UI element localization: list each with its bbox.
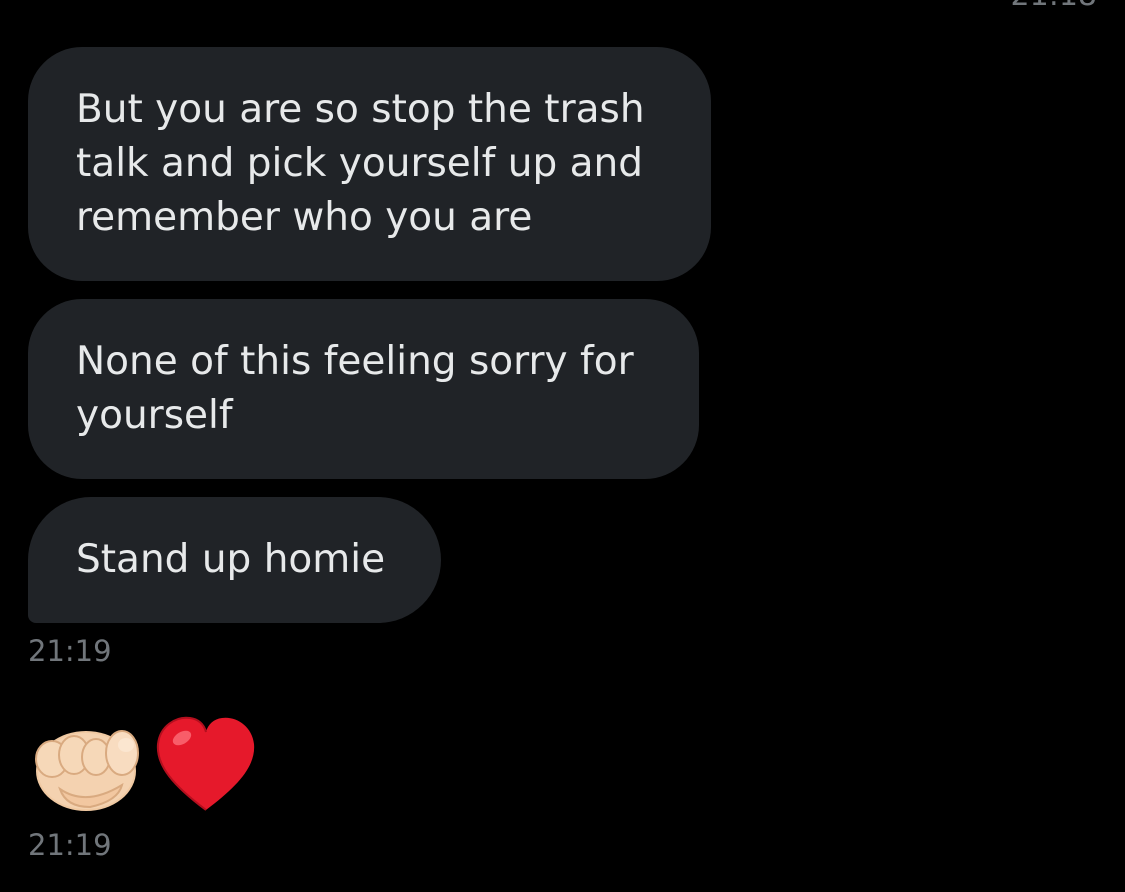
emoji-message[interactable] xyxy=(30,712,258,818)
message-line: yourself xyxy=(76,393,233,438)
message-line: Stand up homie xyxy=(76,537,386,582)
pointing-fist-icon xyxy=(35,730,139,811)
message-line: But you are so stop the trash xyxy=(76,87,645,132)
message-timestamp: 21:19 xyxy=(28,828,112,862)
message-bubble[interactable]: Stand up homie xyxy=(28,497,441,623)
message-line: talk and pick yourself up and xyxy=(76,141,644,186)
message-line: remember who you are xyxy=(76,195,533,240)
message-bubble[interactable]: None of this feeling sorry for yourself xyxy=(28,299,699,479)
message-line: None of this feeling sorry for xyxy=(76,339,634,384)
partial-timestamp: 21:18 xyxy=(1011,0,1097,13)
red-heart-icon xyxy=(156,716,255,811)
message-timestamp: 21:19 xyxy=(28,634,112,668)
message-bubble[interactable]: But you are so stop the trash talk and p… xyxy=(28,47,711,281)
